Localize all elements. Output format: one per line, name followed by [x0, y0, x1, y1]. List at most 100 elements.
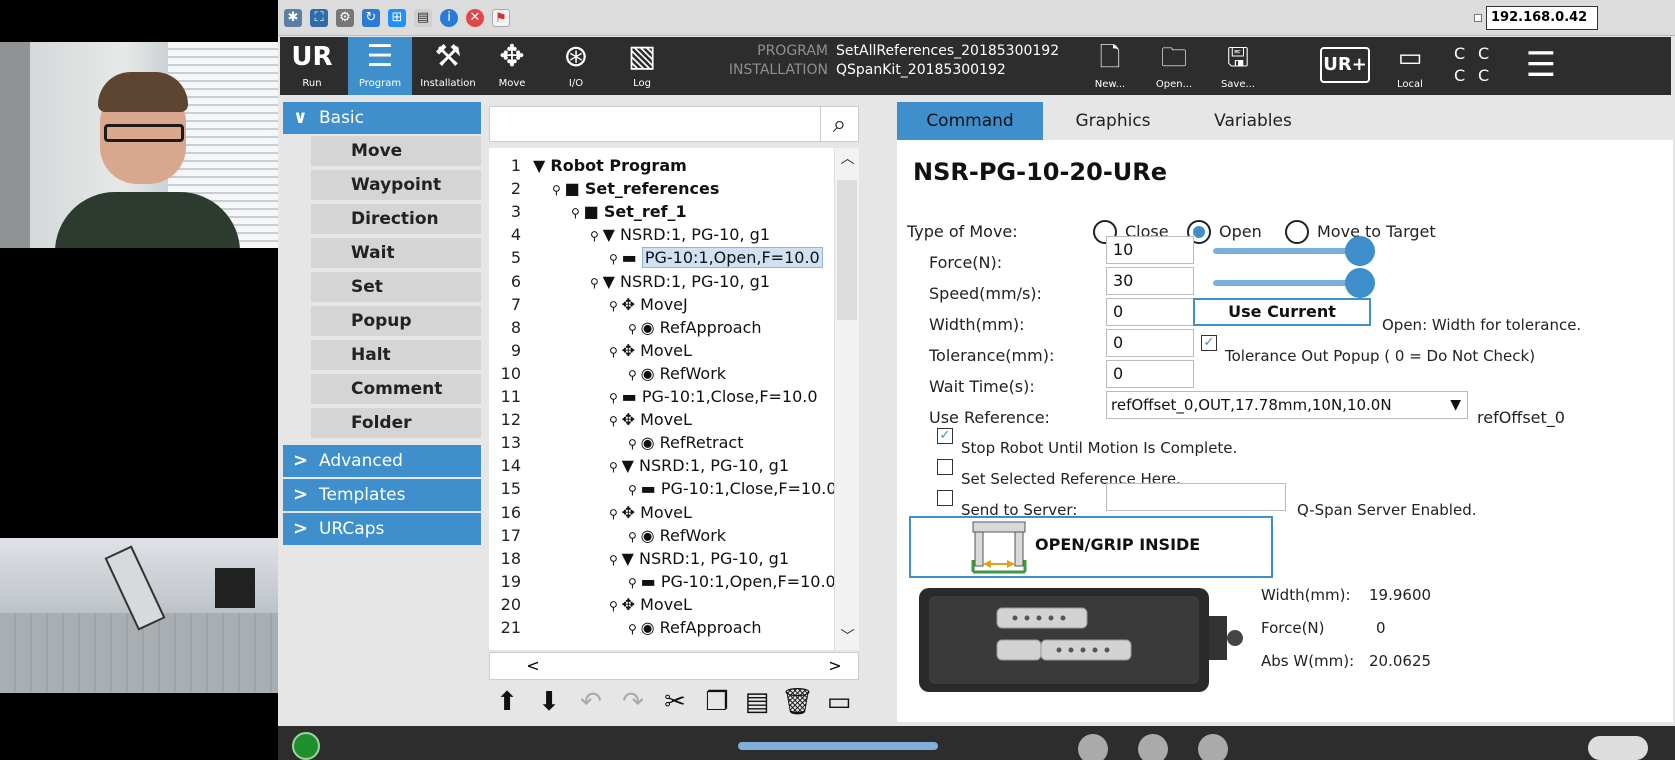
scroll-up-icon[interactable]: ︿ [835, 148, 859, 170]
tree-search-input[interactable]: ⌕ [489, 106, 859, 142]
radio-move-to-target[interactable] [1285, 220, 1309, 244]
nav-move[interactable]: ✥ Move [480, 37, 544, 95]
tree-node[interactable]: 13 ⚲ ◉ RefRetract [489, 431, 834, 456]
nav-run[interactable]: UR Run [280, 37, 344, 95]
sidebar-item-popup[interactable]: Popup [311, 306, 481, 338]
windows-icon[interactable]: ⊞ [388, 9, 406, 27]
move-down-icon[interactable]: ⬇ [533, 686, 565, 718]
sidebar-item-folder[interactable]: Folder [311, 408, 481, 440]
force-input[interactable]: 10 [1106, 236, 1194, 264]
local-button[interactable]: ▭ Local [1380, 37, 1440, 95]
nav-program[interactable]: ☰ Program [348, 37, 412, 95]
file-icon[interactable]: ⚑ [492, 9, 510, 27]
scroll-down-icon[interactable]: ﹀ [835, 626, 859, 648]
search-icon[interactable]: ⌕ [820, 107, 858, 141]
simulation-toggle[interactable] [1588, 736, 1648, 760]
wait-time-input[interactable]: 0 [1106, 360, 1194, 388]
tree-node[interactable]: 8 ⚲ ◉ RefApproach [489, 316, 834, 341]
tab-graphics[interactable]: Graphics [1043, 102, 1183, 140]
power-status-icon[interactable] [292, 732, 320, 760]
scroll-left-icon[interactable]: < [518, 653, 548, 679]
undo-icon[interactable]: ↶ [575, 686, 607, 718]
nav-log[interactable]: ▧ Log [610, 37, 674, 95]
save-button[interactable]: 🖫 Save... [1208, 37, 1268, 95]
cut-icon[interactable]: ✂ [659, 686, 691, 718]
tree-node[interactable]: 17 ⚲ ◉ RefWork [489, 524, 834, 549]
tolerance-input[interactable]: 0 [1106, 329, 1194, 357]
nav-io[interactable]: ⊛ I/O [544, 37, 608, 95]
sidebar-category-urcaps[interactable]: > URCaps [283, 513, 481, 545]
speed-slider[interactable] [1213, 268, 1375, 298]
nav-installation[interactable]: ⚒ Installation [416, 37, 480, 95]
info-icon[interactable]: i [440, 9, 458, 27]
delete-icon[interactable]: 🗑 [781, 686, 814, 718]
sidebar-item-move[interactable]: Move [311, 136, 481, 168]
force-slider[interactable] [1213, 236, 1375, 266]
close-circle-icon[interactable]: ✕ [466, 9, 484, 27]
tree-vertical-scrollbar[interactable]: ︿ ﹀ [834, 148, 859, 650]
set-selected-reference-checkbox[interactable] [937, 459, 953, 475]
tree-node[interactable]: 15 ⚲ ▬ PG-10:1,Close,F=10.0 [489, 477, 837, 502]
scroll-right-icon[interactable]: > [820, 653, 850, 679]
tree-node[interactable]: 9 ⚲ ✥ MoveL [489, 339, 834, 364]
scroll-thumb[interactable] [837, 180, 857, 320]
tolerance-popup-checkbox[interactable]: ✓ [1201, 335, 1217, 351]
tree-node[interactable]: 7 ⚲ ✥ MoveJ [489, 293, 834, 318]
open-grip-inside-button[interactable]: OPEN/GRIP INSIDE [909, 516, 1273, 578]
settings-icon[interactable]: ✱ [284, 9, 302, 27]
tree-node[interactable]: 19 ⚲ ▬ PG-10:1,Open,F=10.0 [489, 570, 836, 595]
play-icon[interactable] [1078, 734, 1108, 760]
width-input[interactable]: 0 [1106, 298, 1194, 326]
tree-node[interactable]: 16 ⚲ ✥ MoveL [489, 501, 834, 526]
tree-node[interactable]: 5 ⚲ ▬ PG-10:1,Open,F=10.0 [489, 246, 834, 271]
sidebar-item-direction[interactable]: Direction [311, 204, 481, 236]
tree-node[interactable]: 20 ⚲ ✥ MoveL [489, 593, 834, 618]
sidebar-item-wait[interactable]: Wait [311, 238, 481, 270]
hamburger-menu-icon[interactable]: ☰ [1520, 45, 1562, 85]
send-to-server-checkbox[interactable] [937, 490, 953, 506]
tree-node[interactable]: 1 ▼ Robot Program [489, 154, 834, 179]
sidebar-item-comment[interactable]: Comment [311, 374, 481, 406]
stop-robot-checkbox[interactable]: ✓ [937, 428, 953, 444]
new-button[interactable]: 🗋 New... [1080, 37, 1140, 95]
tree-node[interactable]: 2 ⚲ ■ Set_references [489, 177, 834, 202]
tree-node[interactable]: 14 ⚲ ▼ NSRD:1, PG-10, g1 [489, 454, 834, 479]
speed-slider[interactable] [738, 742, 938, 750]
reference-dropdown[interactable]: refOffset_0,OUT,17.78mm,10N,10.0N ▼ [1106, 391, 1468, 419]
copy-icon[interactable]: ❐ [701, 686, 733, 718]
open-button[interactable]: 🗀 Open... [1144, 37, 1204, 95]
refresh-icon[interactable]: ↻ [362, 9, 380, 27]
speed-slider-knob[interactable] [1345, 268, 1375, 298]
ip-checkbox[interactable] [1474, 14, 1482, 22]
sidebar-item-waypoint[interactable]: Waypoint [311, 170, 481, 202]
tree-node[interactable]: 18 ⚲ ▼ NSRD:1, PG-10, g1 [489, 547, 834, 572]
move-up-icon[interactable]: ⬆ [491, 686, 523, 718]
sidebar-item-set[interactable]: Set [311, 272, 481, 304]
speed-input[interactable]: 30 [1106, 267, 1194, 295]
tree-horizontal-scrollbar[interactable]: < > [489, 652, 859, 680]
tree-node[interactable]: 3 ⚲ ■ Set_ref_1 [489, 200, 834, 225]
server-input[interactable] [1106, 483, 1286, 511]
redo-icon[interactable]: ↷ [617, 686, 649, 718]
step-icon[interactable] [1138, 734, 1168, 760]
tab-command[interactable]: Command [897, 102, 1043, 140]
sidebar-item-halt[interactable]: Halt [311, 340, 481, 372]
paste-icon[interactable]: ▤ [741, 686, 773, 718]
tree-node[interactable]: 4 ⚲ ▼ NSRD:1, PG-10, g1 [489, 223, 834, 248]
gear-icon[interactable]: ⚙ [336, 9, 354, 27]
suppress-icon[interactable]: ▭ [823, 686, 855, 718]
tree-node[interactable]: 21 ⚲ ◉ RefApproach [489, 616, 834, 641]
tree-node[interactable]: 6 ⚲ ▼ NSRD:1, PG-10, g1 [489, 270, 834, 295]
urplus-icon[interactable]: UR+ [1320, 47, 1370, 83]
sidebar-category-advanced[interactable]: > Advanced [283, 445, 481, 477]
stop-icon[interactable] [1198, 734, 1228, 760]
tab-variables[interactable]: Variables [1183, 102, 1323, 140]
tree-node[interactable]: 10 ⚲ ◉ RefWork [489, 362, 834, 387]
tree-node[interactable]: 11 ⚲ ▬ PG-10:1,Close,F=10.0 [489, 385, 834, 410]
expand-icon[interactable]: ⛶ [310, 9, 328, 27]
sidebar-category-templates[interactable]: > Templates [283, 479, 481, 511]
tree-node[interactable]: 12 ⚲ ✥ MoveL [489, 408, 834, 433]
force-slider-knob[interactable] [1345, 236, 1375, 266]
use-current-button[interactable]: Use Current [1193, 298, 1371, 326]
document-icon[interactable]: ▤ [414, 9, 432, 27]
